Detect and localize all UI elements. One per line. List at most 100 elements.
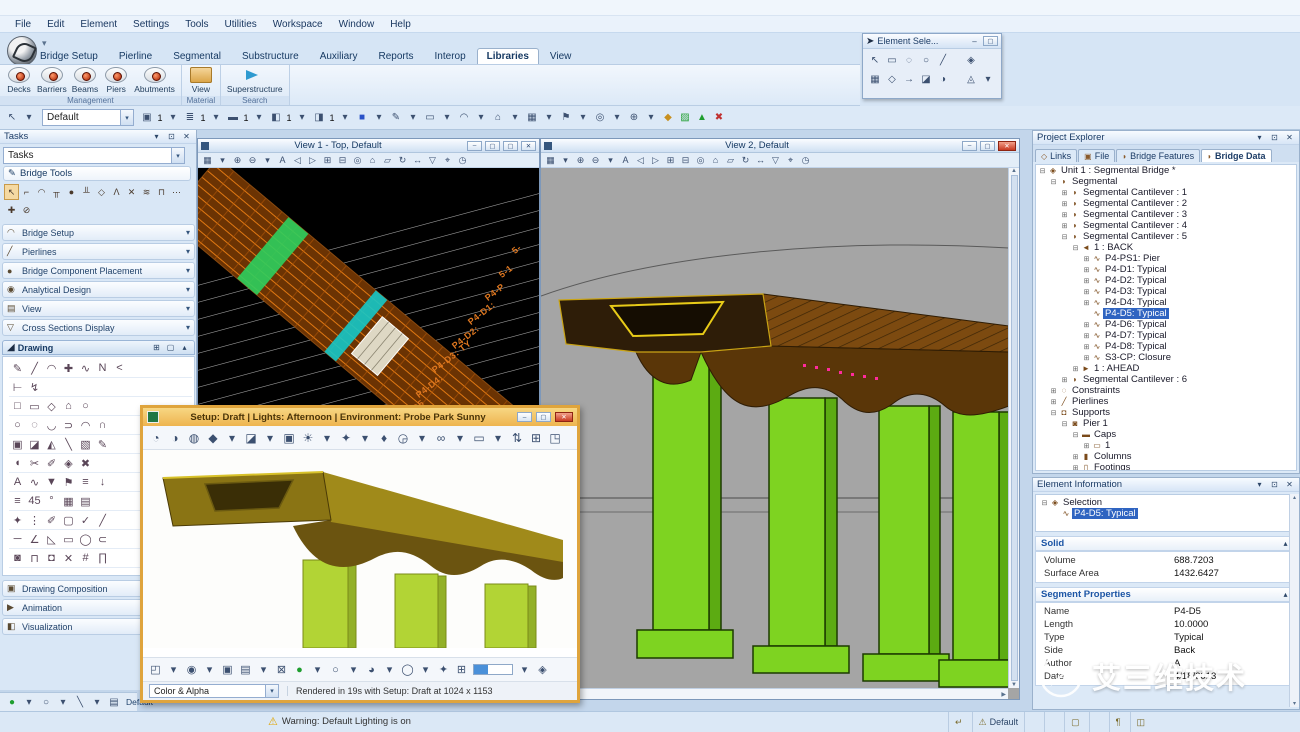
drawing-tool-icon[interactable]: ✐: [43, 455, 60, 472]
delete-icon[interactable]: ✖: [711, 110, 727, 126]
drawing-tool-icon[interactable]: 45: [26, 493, 43, 510]
tree-expander-icon[interactable]: ⊞: [1060, 222, 1069, 230]
drawing-tool-icon[interactable]: N: [94, 360, 111, 377]
globe-icon[interactable]: ◶: [394, 429, 412, 447]
dropdown-arrow-icon[interactable]: ▾: [309, 661, 326, 678]
drawing-tool-icon[interactable]: ○: [9, 417, 26, 434]
tree-item[interactable]: ⊟ ◗ Segmental: [1036, 176, 1296, 187]
dropdown-arrow-icon[interactable]: ▾: [260, 153, 275, 167]
drawing-tool-icon[interactable]: ↯: [26, 379, 43, 396]
view-home-icon[interactable]: ⌂: [365, 153, 380, 167]
transparency-value[interactable]: 1: [328, 110, 336, 126]
chevron-down-icon[interactable]: ▾: [186, 304, 190, 313]
dropdown-arrow-icon[interactable]: ▾: [337, 110, 353, 126]
dropdown-arrow-icon[interactable]: ▾: [89, 694, 105, 710]
rectangle-select-icon[interactable]: ▭: [884, 52, 900, 68]
tree-expander-icon[interactable]: ⊞: [1049, 398, 1058, 406]
walk-view-icon[interactable]: ⌖: [440, 153, 455, 167]
accusnap-icon[interactable]: ●: [4, 694, 20, 710]
view-attributes-icon[interactable]: A: [275, 153, 290, 167]
active-color-value[interactable]: 1: [156, 110, 164, 126]
bridge-tool-icon[interactable]: Λ: [109, 184, 124, 200]
line-style-icon[interactable]: ≣: [182, 110, 198, 126]
fit-view-icon[interactable]: ⊟: [335, 153, 350, 167]
dropdown-arrow-icon[interactable]: ▾: [201, 661, 218, 678]
chevron-down-icon[interactable]: ▾: [120, 110, 133, 125]
tab-bridge-features[interactable]: ◗ Bridge Features: [1116, 149, 1201, 162]
menu-tools[interactable]: Tools: [178, 18, 215, 31]
green-sphere-icon[interactable]: ●: [291, 661, 308, 678]
dropdown-arrow-icon[interactable]: ▾: [575, 110, 591, 126]
tree-item[interactable]: ⊞ ▮ Columns: [1036, 451, 1296, 462]
menu-edit[interactable]: Edit: [40, 18, 71, 31]
active-settings-cell[interactable]: ⚠ Default: [971, 712, 1025, 732]
drawing-tool-icon[interactable]: ▭: [26, 398, 43, 415]
bridge-tool-icon[interactable]: ⊘: [19, 202, 34, 218]
bridge-tool-icon[interactable]: ◇: [94, 184, 109, 200]
tree-expander-icon[interactable]: ⊞: [1071, 464, 1080, 471]
fence-icon[interactable]: ▭: [422, 110, 438, 126]
camera-view-icon[interactable]: ◷: [798, 153, 813, 167]
save-image-icon[interactable]: ◰: [147, 661, 164, 678]
section-cross-sections-display[interactable]: ▽ Cross Sections Display ▾: [2, 319, 195, 336]
drawing-tool-icon[interactable]: ╲: [60, 436, 77, 453]
tab-links[interactable]: ◇ Links: [1035, 149, 1078, 162]
bridge-tool-icon[interactable]: ◠: [34, 184, 49, 200]
tab-bridge-setup[interactable]: Bridge Setup: [30, 48, 108, 64]
tree-item[interactable]: ⊞ ∿ P4-D2: Typical: [1036, 275, 1296, 286]
dropdown-arrow-icon[interactable]: ▾: [251, 110, 267, 126]
tree-item[interactable]: ⊟ ◈ Unit 1 : Segmental Bridge *: [1036, 165, 1296, 176]
tab-reports[interactable]: Reports: [369, 48, 424, 64]
flash-icon[interactable]: ✦: [435, 661, 452, 678]
minimize-button[interactable]: –: [467, 140, 482, 151]
color-swatch-icon[interactable]: ■: [354, 110, 370, 126]
tree-item[interactable]: ⊞ ∿ P4-D8: Typical: [1036, 341, 1296, 352]
tree-item[interactable]: ⊞ ∿ P4-D6: Typical: [1036, 319, 1296, 330]
drawing-tool-icon[interactable]: ⊢: [9, 379, 26, 396]
tile-icon[interactable]: ⊞: [527, 429, 545, 447]
restore-button[interactable]: ▢: [485, 140, 500, 151]
fit-view-icon[interactable]: ⊟: [678, 153, 693, 167]
superstructure-button[interactable]: Superstructure: [225, 66, 285, 95]
section-drawing[interactable]: ◢ Drawing ⊞ ▢ ▴: [2, 340, 195, 355]
tree-expander-icon[interactable]: ⊟: [1071, 431, 1080, 439]
raster-icon[interactable]: ▨: [677, 110, 693, 126]
scroll-up-icon[interactable]: ▴: [1293, 494, 1296, 501]
link-icon[interactable]: ∞: [432, 429, 450, 447]
menu-element[interactable]: Element: [73, 18, 124, 31]
section-bridge-component-placement[interactable]: ● Bridge Component Placement ▾: [2, 262, 195, 279]
film-icon[interactable]: ▤: [237, 661, 254, 678]
render-sphere-icon[interactable]: ◔: [147, 429, 165, 447]
abutments-button[interactable]: Abutments: [132, 66, 177, 95]
scrollbar-thumb[interactable]: [1010, 175, 1018, 681]
drawing-tool-icon[interactable]: ▣: [9, 436, 26, 453]
tree-item[interactable]: ⊟ ◙ Pier 1: [1036, 418, 1296, 429]
drawing-tool-icon[interactable]: ∿: [77, 360, 94, 377]
drawing-tool-icon[interactable]: ▤: [77, 493, 94, 510]
section-bridge-setup[interactable]: ◠ Bridge Setup ▾: [2, 224, 195, 241]
dropdown-arrow-icon[interactable]: ▾: [507, 110, 523, 126]
save-view-icon[interactable]: ◳: [546, 429, 564, 447]
menu-utilities[interactable]: Utilities: [218, 18, 264, 31]
tree-item[interactable]: ⊞ ∿ P4-D7: Typical: [1036, 330, 1296, 341]
tree-expander-icon[interactable]: ⊟: [1049, 409, 1058, 417]
tree-expander-icon[interactable]: ⊟: [1060, 233, 1069, 241]
drawing-tool-icon[interactable]: ◖: [9, 455, 26, 472]
dropdown-arrow-icon[interactable]: ▾: [21, 110, 37, 126]
bridge-tool-icon[interactable]: ⌐: [19, 184, 34, 200]
drawing-tool-icon[interactable]: ↓: [94, 474, 111, 491]
tree-item[interactable]: ⊞ ▭ 1: [1036, 440, 1296, 451]
drawing-tool-icon[interactable]: □: [9, 398, 26, 415]
dropdown-arrow-icon[interactable]: ▾: [165, 661, 182, 678]
minimize-icon[interactable]: –: [969, 37, 980, 46]
tile-view-icon[interactable]: ⊞: [151, 343, 162, 352]
tree-expander-icon[interactable]: ⊞: [1049, 387, 1058, 395]
dropdown-arrow-icon[interactable]: ▾: [603, 153, 618, 167]
tree-item[interactable]: ⊟ ▬ Caps: [1036, 429, 1296, 440]
tree-expander-icon[interactable]: ⊞: [1060, 189, 1069, 197]
drawing-tool-icon[interactable]: ✂: [26, 455, 43, 472]
tree-expander-icon[interactable]: ⊞: [1071, 365, 1080, 373]
pin-icon[interactable]: ⊡: [166, 132, 177, 141]
frame-icon[interactable]: ▭: [470, 429, 488, 447]
drawing-tool-icon[interactable]: ▢: [60, 512, 77, 529]
